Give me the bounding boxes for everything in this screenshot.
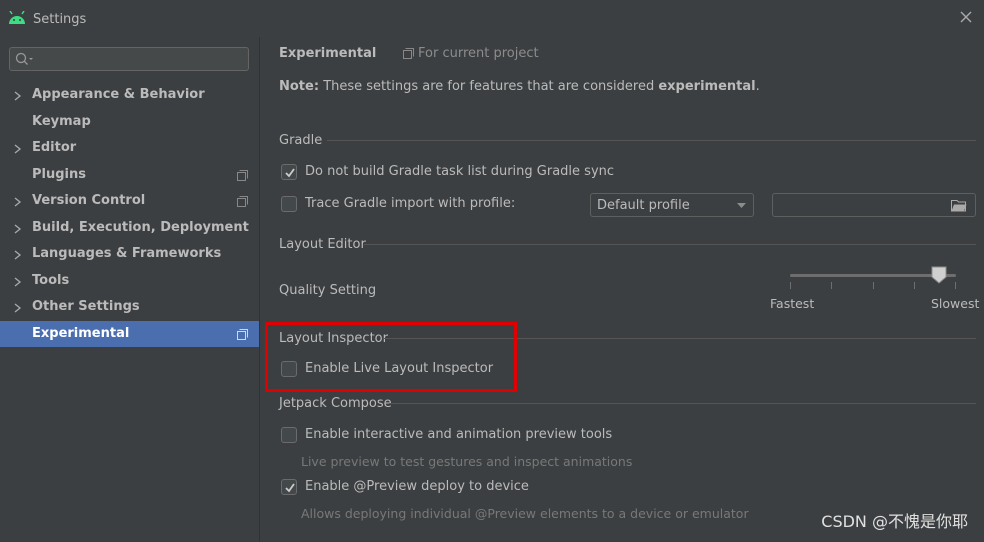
sidebar-item-languages-frameworks[interactable]: Languages & Frameworks — [0, 241, 259, 268]
note-prefix: Note: — [279, 79, 320, 94]
project-scope-icon — [237, 169, 248, 181]
slider-tick — [873, 282, 874, 289]
sidebar-item-label: Other Settings — [32, 299, 140, 314]
trace-gradle-label[interactable]: Trace Gradle import with profile: — [305, 196, 515, 211]
checkmark-icon — [285, 168, 295, 178]
experimental-note: Note: These settings are for features th… — [279, 79, 760, 94]
profile-select[interactable]: Default profile — [590, 193, 754, 217]
note-suffix: . — [755, 79, 760, 94]
do-not-build-gradle-label[interactable]: Do not build Gradle task list during Gra… — [305, 164, 614, 179]
window-title: Settings — [33, 12, 87, 27]
section-gradle-header: Gradle — [279, 133, 323, 148]
sidebar-item-experimental[interactable]: Experimental — [0, 320, 259, 347]
note-bold: experimental — [658, 79, 756, 94]
chevron-down-icon — [737, 203, 746, 208]
android-icon — [9, 11, 25, 24]
sidebar-item-version-control[interactable]: Version Control — [0, 188, 259, 215]
section-jetpack-compose-header: Jetpack Compose — [279, 396, 392, 411]
checkmark-icon — [285, 483, 295, 493]
scope-indicator: For current project — [403, 46, 539, 61]
sidebar-item-keymap[interactable]: Keymap — [0, 109, 259, 136]
sidebar-item-other-settings[interactable]: Other Settings — [0, 294, 259, 321]
profile-path-field[interactable] — [772, 193, 976, 217]
chevron-right-icon[interactable] — [14, 197, 22, 207]
title-bar: Settings — [0, 0, 984, 37]
section-divider — [364, 244, 976, 245]
section-divider — [327, 140, 976, 141]
search-input[interactable] — [38, 50, 247, 70]
search-icon — [15, 52, 33, 65]
sidebar-item-label: Experimental — [32, 325, 130, 341]
settings-sidebar: Appearance & Behavior Keymap Editor Plug… — [0, 37, 259, 542]
sidebar-item-editor[interactable]: Editor — [0, 135, 259, 162]
section-divider — [389, 403, 976, 404]
sidebar-item-label: Build, Execution, Deployment — [32, 219, 249, 235]
project-scope-icon — [403, 48, 414, 59]
slider-thumb[interactable] — [931, 266, 947, 284]
sidebar-item-build-execution-deployment[interactable]: Build, Execution, Deployment — [0, 215, 259, 242]
preview-deploy-hint: Allows deploying individual @Preview ele… — [301, 506, 749, 521]
project-scope-icon — [237, 328, 248, 340]
chevron-right-icon[interactable] — [14, 303, 22, 313]
slider-max-label: Slowest — [931, 296, 980, 311]
slider-min-label: Fastest — [770, 296, 815, 311]
page-title: Experimental — [279, 46, 377, 61]
quality-setting-label: Quality Setting — [279, 283, 377, 298]
slider-tick — [914, 282, 915, 289]
annotation-highlight-box — [265, 322, 517, 392]
slider-tick — [790, 282, 791, 289]
sidebar-item-label: Version Control — [32, 193, 146, 208]
sidebar-item-label: Editor — [32, 140, 77, 155]
slider-tick — [955, 282, 956, 289]
preview-deploy-label[interactable]: Enable @Preview deploy to device — [305, 479, 529, 494]
chevron-right-icon[interactable] — [14, 144, 22, 154]
settings-tree: Appearance & Behavior Keymap Editor Plug… — [0, 82, 259, 347]
quality-slider[interactable] — [790, 265, 956, 289]
chevron-right-icon[interactable] — [14, 223, 22, 234]
chevron-right-icon[interactable] — [14, 91, 22, 101]
sidebar-item-label: Tools — [32, 272, 70, 288]
scope-label: For current project — [418, 46, 539, 61]
folder-icon[interactable] — [951, 199, 967, 212]
settings-content: Experimental For current project Note: T… — [259, 37, 984, 542]
profile-select-value: Default profile — [597, 198, 690, 213]
chevron-right-icon[interactable] — [14, 276, 22, 287]
sidebar-item-tools[interactable]: Tools — [0, 268, 259, 295]
sidebar-item-label: Languages & Frameworks — [32, 246, 222, 261]
sidebar-item-label: Keymap — [32, 113, 91, 129]
sidebar-item-appearance-behavior[interactable]: Appearance & Behavior — [0, 82, 259, 109]
preview-deploy-checkbox[interactable] — [281, 479, 297, 495]
slider-tick — [831, 282, 832, 289]
section-layout-editor-header: Layout Editor — [279, 237, 366, 252]
sidebar-item-label: Appearance & Behavior — [32, 87, 205, 102]
interactive-preview-hint: Live preview to test gestures and inspec… — [301, 454, 633, 469]
trace-gradle-checkbox[interactable] — [281, 196, 297, 212]
search-field[interactable] — [9, 47, 249, 71]
watermark: CSDN @不愧是你耶 — [821, 512, 968, 531]
note-text: These settings are for features that are… — [323, 79, 655, 94]
interactive-preview-label[interactable]: Enable interactive and animation preview… — [305, 427, 612, 442]
interactive-preview-checkbox[interactable] — [281, 427, 297, 443]
chevron-right-icon[interactable] — [14, 250, 22, 260]
sidebar-item-label: Plugins — [32, 166, 86, 182]
close-icon[interactable] — [958, 9, 974, 25]
project-scope-icon — [237, 196, 248, 207]
sidebar-item-plugins[interactable]: Plugins — [0, 162, 259, 189]
do-not-build-gradle-checkbox[interactable] — [281, 164, 297, 180]
